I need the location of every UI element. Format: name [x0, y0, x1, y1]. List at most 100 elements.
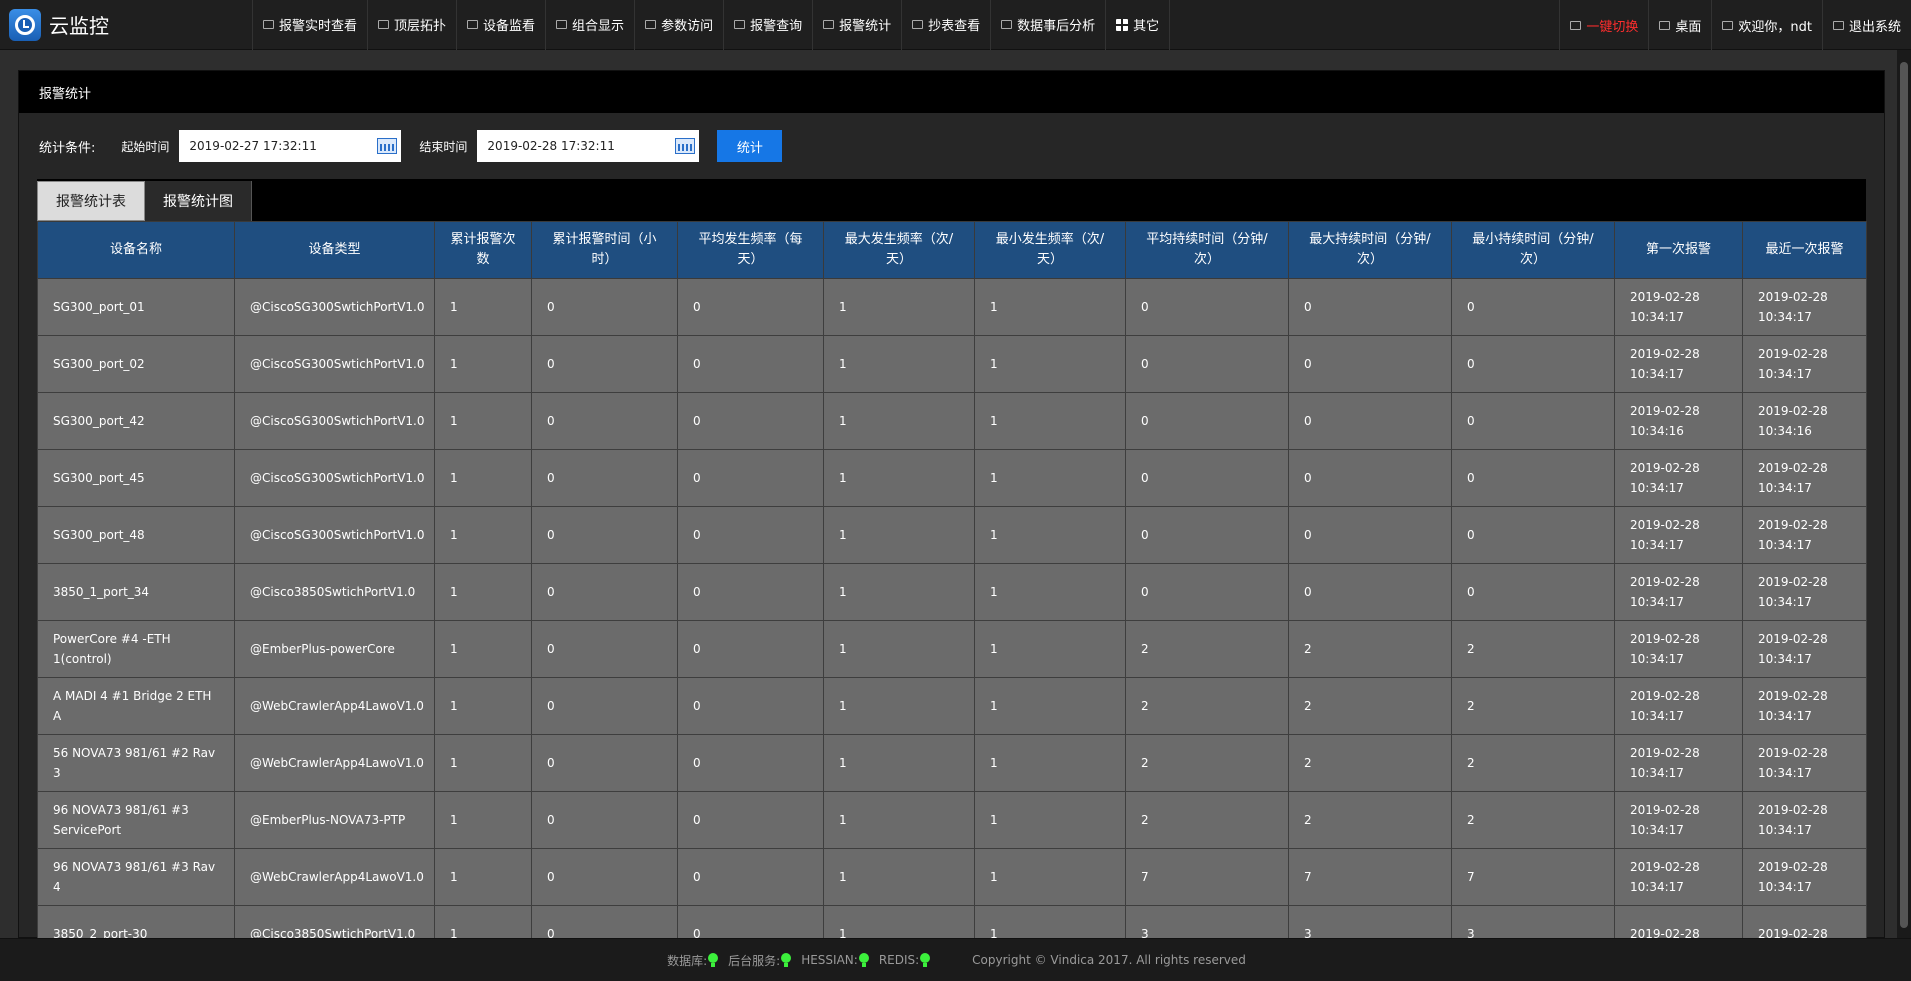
- topology-icon: [378, 20, 390, 29]
- table-cell: 0: [1125, 392, 1289, 450]
- table-cell: 96 NOVA73 981/61 #3 Rav 4: [37, 848, 235, 906]
- switch-label: 一键切换: [1586, 19, 1639, 35]
- column-header: 最大持续时间（分钟/次）: [1288, 221, 1452, 279]
- table-cell: 2: [1451, 791, 1615, 849]
- logo-icon: [9, 8, 41, 41]
- table-cell: 0: [531, 791, 678, 849]
- analysis-icon: [1001, 20, 1013, 29]
- table-cell: 2019-02-28 10:34:17: [1614, 563, 1743, 621]
- nav-data-analysis[interactable]: 数据事后分析: [991, 0, 1107, 50]
- table-cell: 1: [974, 278, 1126, 336]
- table-cell: 2019-02-28 10:34:16: [1742, 392, 1867, 450]
- table-cell: 2: [1125, 620, 1289, 678]
- table-cell: SG300_port_42: [37, 392, 235, 450]
- nav-meter-view[interactable]: 抄表查看: [902, 0, 992, 50]
- table-cell: 7: [1288, 848, 1452, 906]
- table-cell: 0: [1125, 506, 1289, 564]
- monitor-icon: [263, 20, 274, 29]
- app-title: 云监控: [49, 14, 109, 38]
- calendar-icon[interactable]: [675, 138, 696, 154]
- tab-stats-chart[interactable]: 报警统计图: [145, 181, 252, 221]
- table-cell: 1: [434, 848, 532, 906]
- table-row[interactable]: SG300_port_45 @CiscoSG300SwtichPortV1.0 1 0…: [37, 449, 1867, 507]
- stats-submit-button[interactable]: 统计: [717, 130, 783, 162]
- table-cell: A MADI 4 #1 Bridge 2 ETH A: [37, 677, 235, 735]
- column-header: 最小持续时间（分钟/次）: [1451, 221, 1615, 279]
- table-cell: 96 NOVA73 981/61 #3 ServicePort: [37, 791, 235, 849]
- nav-label: 顶层拓扑: [394, 19, 447, 34]
- table-cell: 1: [823, 278, 975, 336]
- user-welcome[interactable]: 欢迎你，ndt: [1711, 0, 1822, 50]
- table-cell: 0: [1125, 563, 1289, 621]
- nav-label: 其它: [1133, 19, 1160, 34]
- column-header: 设备名称: [37, 221, 235, 279]
- table-row[interactable]: SG300_port_01 @CiscoSG300SwtichPortV1.0 1 0…: [37, 278, 1867, 336]
- table-row[interactable]: SG300_port_02 @CiscoSG300SwtichPortV1.0 1 0…: [37, 335, 1867, 393]
- panel-title: 报警统计: [39, 86, 92, 102]
- nav-param-access[interactable]: 参数访问: [635, 0, 725, 50]
- nav-topology[interactable]: 顶层拓扑: [368, 0, 458, 50]
- nav-combined-display[interactable]: 组合显示: [546, 0, 636, 50]
- table-row[interactable]: 96 NOVA73 981/61 #3 ServicePort @EmberPlu…: [37, 791, 1867, 849]
- table-row[interactable]: 3850_1_port_34 @Cisco3850SwtichPortV1.0 1 0…: [37, 563, 1867, 621]
- table-cell: SG300_port_02: [37, 335, 235, 393]
- table-cell: 0: [677, 392, 824, 450]
- table-cell: 1: [434, 791, 532, 849]
- table-cell: 7: [1125, 848, 1289, 906]
- desktop-button[interactable]: 桌面: [1648, 0, 1711, 50]
- table-cell: @CiscoSG300SwtichPortV1.0: [234, 278, 435, 336]
- table-row[interactable]: SG300_port_48 @CiscoSG300SwtichPortV1.0 1 0…: [37, 506, 1867, 564]
- table-cell: @Cisco3850SwtichPortV1.0: [234, 563, 435, 621]
- nav-label: 抄表查看: [928, 19, 981, 34]
- table-cell: 1: [974, 449, 1126, 507]
- table-cell: 0: [531, 335, 678, 393]
- table-row[interactable]: A MADI 4 #1 Bridge 2 ETH A @WebCrawlerApp…: [37, 677, 1867, 735]
- nav-other[interactable]: 其它: [1106, 0, 1171, 50]
- power-icon: [1832, 20, 1844, 30]
- table-cell: 1: [974, 734, 1126, 792]
- scrollbar-thumb[interactable]: [1900, 62, 1908, 928]
- table-cell: 0: [677, 620, 824, 678]
- table-cell: 0: [1288, 278, 1452, 336]
- desktop-icon: [1659, 20, 1671, 30]
- table-row[interactable]: 96 NOVA73 981/61 #3 Rav 4 @WebCrawlerApp4…: [37, 848, 1867, 906]
- column-header: 第一次报警: [1614, 221, 1743, 279]
- end-time-input[interactable]: 2019-02-28 17:32:11: [477, 130, 700, 162]
- one-key-switch-button[interactable]: 一键切换: [1559, 0, 1648, 50]
- backend-status-label: 后台服务:: [728, 953, 781, 968]
- table-cell: 2: [1288, 620, 1452, 678]
- table-cell: 0: [1288, 335, 1452, 393]
- column-header: 平均持续时间（分钟/次）: [1125, 221, 1289, 279]
- table-cell: @WebCrawlerApp4LawoV1.0: [234, 677, 435, 735]
- nav-label: 组合显示: [572, 19, 625, 34]
- logout-button[interactable]: 退出系统: [1821, 0, 1911, 50]
- nav-right: 一键切换 桌面 欢迎你，ndt 退出系统: [1559, 0, 1911, 50]
- calendar-icon[interactable]: [377, 138, 398, 154]
- table-cell: 0: [531, 677, 678, 735]
- nav-alarm-query[interactable]: 报警查询: [724, 0, 814, 50]
- page-scrollbar[interactable]: [1897, 50, 1911, 938]
- table-cell: 0: [677, 848, 824, 906]
- table-cell: 2: [1125, 791, 1289, 849]
- switch-icon: [1570, 20, 1582, 30]
- table-cell: 1: [974, 677, 1126, 735]
- table-cell: 2019-02-28 10:34:17: [1614, 791, 1743, 849]
- table-cell: 0: [531, 620, 678, 678]
- nav-alarm-realtime[interactable]: 报警实时查看: [252, 0, 369, 50]
- table-row[interactable]: SG300_port_42 @CiscoSG300SwtichPortV1.0 1 0…: [37, 392, 1867, 450]
- nav-alarm-stats[interactable]: 报警统计: [813, 0, 903, 50]
- column-header: 设备类型: [234, 221, 435, 279]
- table-cell: SG300_port_48: [37, 506, 235, 564]
- tab-bar: 报警统计表 报警统计图: [37, 179, 1866, 221]
- nav-device-monitor[interactable]: 设备监看: [457, 0, 547, 50]
- table-row[interactable]: PowerCore #4 -ETH 1(control) @EmberPlus-p…: [37, 620, 1867, 678]
- app-logo[interactable]: 云监控: [0, 0, 252, 50]
- start-time-input[interactable]: 2019-02-27 17:32:11: [179, 130, 402, 162]
- table-cell: 0: [1451, 392, 1615, 450]
- table-cell: 1: [434, 677, 532, 735]
- table-cell: 0: [1451, 563, 1615, 621]
- table-row[interactable]: 56 NOVA73 981/61 #2 Rav 3 @WebCrawlerApp4…: [37, 734, 1867, 792]
- tab-stats-table[interactable]: 报警统计表: [37, 181, 145, 221]
- table-cell: 2019-02-28 10:34:17: [1614, 506, 1743, 564]
- table-cell: @CiscoSG300SwtichPortV1.0: [234, 335, 435, 393]
